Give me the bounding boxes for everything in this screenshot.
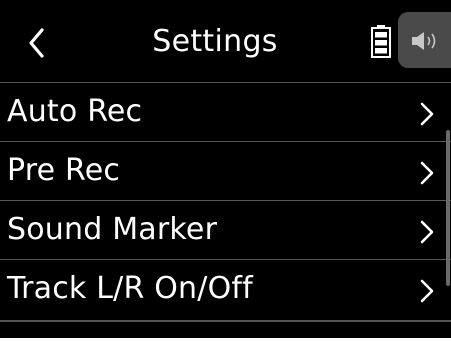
back-button[interactable] <box>20 20 56 66</box>
speaker-button[interactable] <box>398 12 451 68</box>
chevron-right-icon <box>420 161 434 185</box>
menu-item-sound-marker[interactable]: Sound Marker <box>0 200 451 260</box>
menu-item-label: Sound Marker <box>7 212 218 247</box>
chevron-left-icon <box>29 28 44 58</box>
settings-screen: Settings Auto Rec Pre Rec Sound Marker T… <box>0 0 451 338</box>
chevron-right-icon <box>420 102 434 126</box>
bottom-divider <box>0 320 451 322</box>
chevron-right-icon <box>420 279 434 303</box>
header-bar: Settings <box>0 0 451 86</box>
menu-item-track-lr[interactable]: Track L/R On/Off <box>0 259 451 319</box>
settings-menu: Auto Rec Pre Rec Sound Marker Track L/R … <box>0 82 451 322</box>
menu-item-auto-rec[interactable]: Auto Rec <box>0 82 451 142</box>
menu-item-label: Track L/R On/Off <box>7 271 253 306</box>
menu-item-pre-rec[interactable]: Pre Rec <box>0 141 451 201</box>
menu-item-label: Auto Rec <box>7 94 143 129</box>
menu-item-label: Pre Rec <box>7 153 121 188</box>
scrollbar[interactable] <box>446 130 450 286</box>
page-title: Settings <box>152 24 278 59</box>
speaker-icon <box>412 32 436 50</box>
battery-icon <box>371 25 391 58</box>
chevron-right-icon <box>420 220 434 244</box>
